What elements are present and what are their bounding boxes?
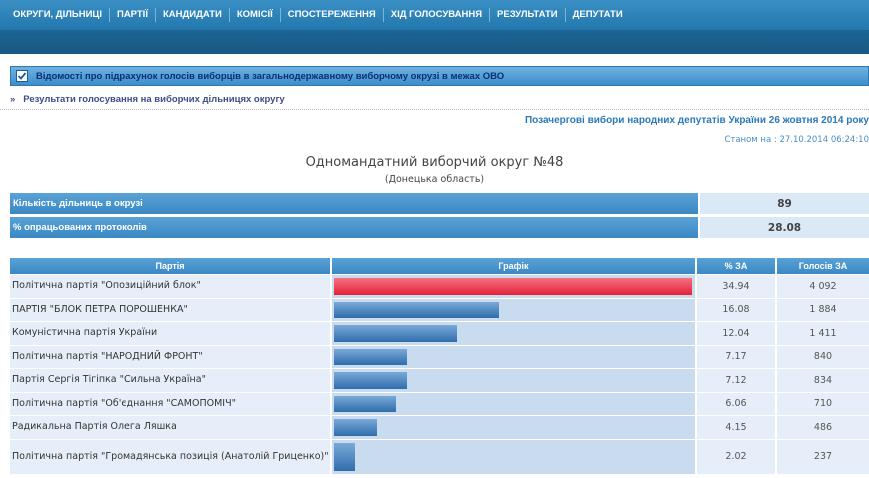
table-row: Політична партія "Громадянська позиція (… xyxy=(10,439,869,474)
table-header: Партія Графік % ЗА Голосів ЗА xyxy=(10,258,869,274)
stat-value: 89 xyxy=(700,193,869,214)
votes-cell: 4 092 xyxy=(777,275,869,298)
top-nav: ОКРУГИ, ДІЛЬНИЦІ ПАРТІЇ КАНДИДАТИ КОМІСІ… xyxy=(0,0,869,30)
vote-share-bar xyxy=(334,372,407,389)
votes-cell: 1 884 xyxy=(777,298,869,321)
nav-item-observation[interactable]: СПОСТЕРЕЖЕННЯ xyxy=(281,8,384,22)
percent-cell: 16.08 xyxy=(697,298,775,321)
stat-row-protocols: % опрацьованих протоколів 28.08 xyxy=(10,217,869,238)
checkbox-icon[interactable] xyxy=(16,70,28,82)
party-name[interactable]: Комуністична партія України xyxy=(10,322,330,345)
nav-item-candidates[interactable]: КАНДИДАТИ xyxy=(156,8,230,22)
percent-cell: 6.06 xyxy=(697,392,775,415)
nav-item-deputies[interactable]: ДЕПУТАТИ xyxy=(566,8,630,22)
table-row: ПАРТІЯ "БЛОК ПЕТРА ПОРОШЕНКА" 16.08 1 884 xyxy=(10,298,869,321)
table-row: Партія Сергія Тігіпка "Сильна Україна" 7.… xyxy=(10,369,869,392)
vote-share-bar xyxy=(334,442,355,471)
vote-share-bar xyxy=(334,325,457,342)
graph-cell xyxy=(332,392,695,415)
vote-share-bar xyxy=(334,348,407,365)
stat-row-stations: Кількість дільниць в окрузі 89 xyxy=(10,193,869,214)
votes-cell: 840 xyxy=(777,345,869,368)
vote-share-bar xyxy=(334,301,499,318)
votes-cell: 237 xyxy=(777,439,869,474)
percent-cell: 7.17 xyxy=(697,345,775,368)
header-party: Партія xyxy=(10,258,330,274)
graph-cell xyxy=(332,369,695,392)
header-percent: % ЗА xyxy=(697,258,775,274)
stat-label: % опрацьованих протоколів xyxy=(10,217,698,238)
vote-share-bar xyxy=(334,278,692,295)
stat-label: Кількість дільниць в окрузі xyxy=(10,193,698,214)
timestamp: Станом на : 27.10.2014 06:24:10 xyxy=(724,135,869,145)
graph-cell xyxy=(332,322,695,345)
table-row: Радикальна Партія Олега Ляшка 4.15 486 xyxy=(10,416,869,439)
table-body: Політична партія "Опозиційний блок" 34.94… xyxy=(10,275,869,474)
stat-value: 28.08 xyxy=(700,217,869,238)
region-label: (Донецька область) xyxy=(384,174,485,185)
nav-underband xyxy=(0,30,869,54)
party-name[interactable]: Політична партія "Об'єднання "САМОПОМІЧ" xyxy=(10,392,330,415)
district-title: Одномандатний виборчий округ №48 xyxy=(305,155,564,170)
graph-cell xyxy=(332,275,695,298)
percent-cell: 34.94 xyxy=(697,275,775,298)
percent-cell: 2.02 xyxy=(697,439,775,474)
header-votes: Голосів ЗА xyxy=(777,258,869,274)
votes-cell: 1 411 xyxy=(777,322,869,345)
nav-item-results[interactable]: РЕЗУЛЬТАТИ xyxy=(490,8,566,22)
nav-item-voting-progress[interactable]: ХІД ГОЛОСУВАННЯ xyxy=(384,8,491,22)
percent-cell: 12.04 xyxy=(697,322,775,345)
election-title: Позачергові вибори народних депутатів Ук… xyxy=(524,115,869,126)
breadcrumb-link[interactable]: Результати голосування на виборчих дільн… xyxy=(23,94,284,105)
party-name[interactable]: Політична партія "Опозиційний блок" xyxy=(10,275,330,298)
votes-cell: 710 xyxy=(777,392,869,415)
party-name[interactable]: Партія Сергія Тігіпка "Сильна Україна" xyxy=(10,369,330,392)
party-name[interactable]: Радикальна Партія Олега Ляшка xyxy=(10,416,330,439)
graph-cell xyxy=(332,416,695,439)
vote-share-bar xyxy=(334,395,396,412)
graph-cell xyxy=(332,345,695,368)
results-table: Партія Графік % ЗА Голосів ЗА Політична … xyxy=(10,258,869,474)
vote-share-bar xyxy=(334,419,377,436)
info-bar: Відомості про підрахунок голосів виборці… xyxy=(10,66,869,86)
percent-cell: 4.15 xyxy=(697,416,775,439)
votes-cell: 834 xyxy=(777,369,869,392)
party-name[interactable]: Політична партія "НАРОДНИЙ ФРОНТ" xyxy=(10,345,330,368)
party-name[interactable]: ПАРТІЯ "БЛОК ПЕТРА ПОРОШЕНКА" xyxy=(10,298,330,321)
table-row: Політична партія "НАРОДНИЙ ФРОНТ" 7.17 840 xyxy=(10,345,869,368)
breadcrumb-arrow-icon: » xyxy=(10,94,16,105)
graph-cell xyxy=(332,439,695,474)
nav-item-parties[interactable]: ПАРТІЇ xyxy=(110,8,156,22)
info-bar-title: Відомості про підрахунок голосів виборці… xyxy=(36,70,505,82)
nav-item-districts[interactable]: ОКРУГИ, ДІЛЬНИЦІ xyxy=(6,8,110,22)
table-row: Політична партія "Об'єднання "САМОПОМІЧ"… xyxy=(10,392,869,415)
breadcrumb: » Результати голосування на виборчих діл… xyxy=(0,90,869,110)
party-name[interactable]: Політична партія "Громадянська позиція (… xyxy=(10,439,330,474)
votes-cell: 486 xyxy=(777,416,869,439)
table-row: Політична партія "Опозиційний блок" 34.94… xyxy=(10,275,869,298)
graph-cell xyxy=(332,298,695,321)
percent-cell: 7.12 xyxy=(697,369,775,392)
nav-item-commissions[interactable]: КОМІСІЇ xyxy=(230,8,281,22)
header-graph: Графік xyxy=(332,258,695,274)
table-row: Комуністична партія України 12.04 1 411 xyxy=(10,322,869,345)
